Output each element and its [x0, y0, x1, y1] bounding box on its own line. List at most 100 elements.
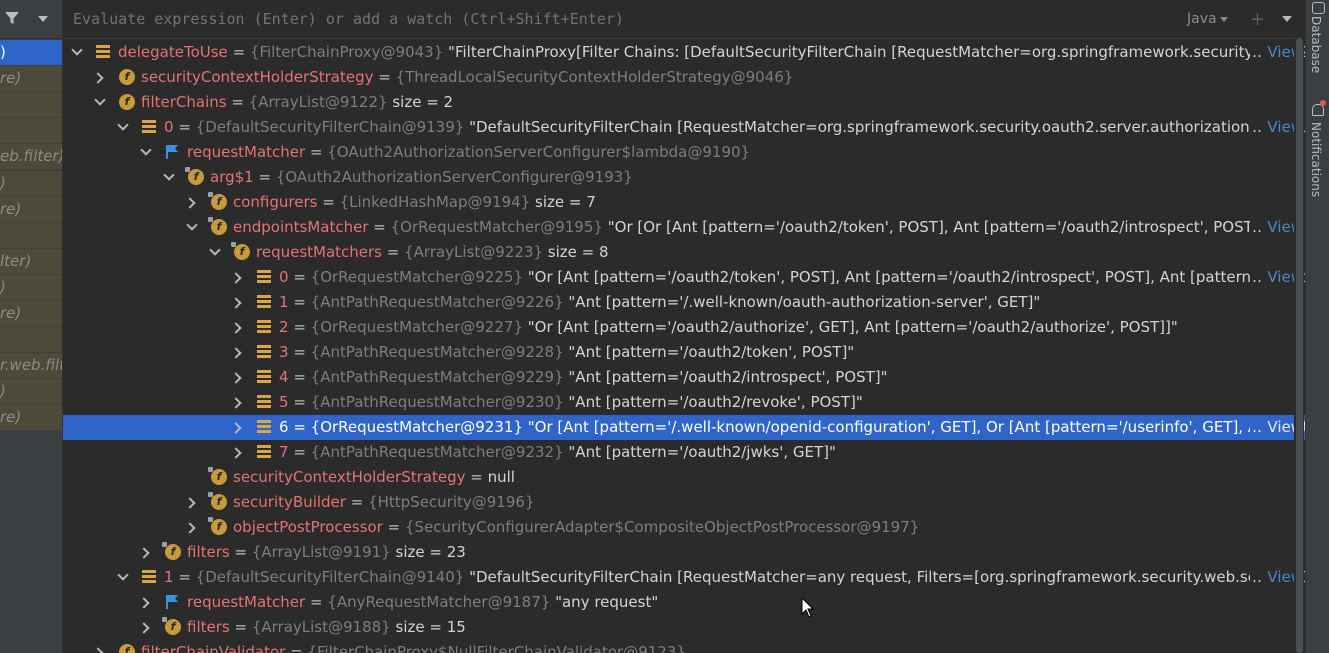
database-tool-tab[interactable]: Database: [1309, 16, 1323, 73]
expand-arrow-down-icon[interactable]: [71, 44, 83, 56]
tree-row[interactable]: 5 = {AntPathRequestMatcher@9230} "Ant [p…: [63, 390, 1305, 415]
private-field-icon: f: [162, 617, 181, 635]
frame-item[interactable]: [0, 118, 62, 144]
language-select[interactable]: Java: [1187, 11, 1228, 27]
variable-name: 6: [279, 418, 289, 436]
variable-name: 1: [279, 293, 289, 311]
tree-row[interactable]: 0 = {DefaultSecurityFilterChain@9139} "D…: [63, 115, 1305, 140]
equals-sign: =: [305, 143, 328, 161]
variable-name: requestMatcher: [187, 593, 306, 611]
tree-row[interactable]: 3 = {AntPathRequestMatcher@9228} "Ant [p…: [63, 340, 1305, 365]
tree-row[interactable]: 0 = {OrRequestMatcher@9225} "Or [Ant [pa…: [63, 265, 1305, 290]
tree-row[interactable]: requestMatcher = {AnyRequestMatcher@9187…: [63, 590, 1305, 615]
object-reference: {AnyRequestMatcher@9187}: [327, 593, 551, 611]
expand-arrow-down-icon[interactable]: [163, 169, 175, 181]
equals-sign: =: [229, 618, 252, 636]
expand-arrow-right-icon[interactable]: [230, 272, 242, 284]
tree-row[interactable]: f arg$1 = {OAuth2AuthorizationServerConfi…: [63, 165, 1305, 190]
tree-row[interactable]: f filters = {ArrayList@9191} size = 23: [63, 540, 1305, 565]
flag-icon: [165, 594, 179, 610]
variable-value: "DefaultSecurityFilterChain [RequestMatc…: [469, 118, 1305, 136]
object-reference: {AntPathRequestMatcher@9229}: [310, 368, 564, 386]
expand-arrow-right-icon[interactable]: [230, 297, 242, 309]
expand-arrow-right-icon[interactable]: [230, 347, 242, 359]
tree-row[interactable]: delegateToUse = {FilterChainProxy@9043} …: [63, 40, 1305, 65]
expand-arrow-right-icon[interactable]: [230, 322, 242, 334]
expand-arrow-right-icon[interactable]: [184, 522, 196, 534]
equals-sign: =: [227, 43, 250, 61]
frame-item[interactable]: ): [0, 40, 62, 65]
tree-row-text: requestMatchers = {ArrayList@9223} size …: [256, 240, 609, 265]
filter-icon[interactable]: [4, 10, 20, 26]
expand-arrow-down-icon[interactable]: [117, 569, 129, 581]
tree-row[interactable]: f filters = {ArrayList@9188} size = 15: [63, 615, 1305, 640]
frame-item[interactable]: r.web.filte: [0, 353, 62, 379]
frame-item[interactable]: re): [0, 301, 62, 326]
notifications-tool-tab[interactable]: Notifications: [1309, 122, 1323, 197]
tree-row-text: configurers = {LinkedHashMap@9194} size …: [233, 190, 596, 215]
frame-item[interactable]: [0, 222, 62, 248]
expand-arrow-right-icon[interactable]: [230, 372, 242, 384]
tree-row[interactable]: 2 = {OrRequestMatcher@9227} "Or [Ant [pa…: [63, 315, 1305, 340]
database-icon[interactable]: [1312, 2, 1325, 14]
expand-arrow-right-icon[interactable]: [138, 597, 150, 609]
expand-arrow-down-icon[interactable]: [186, 219, 198, 231]
chevron-down-icon[interactable]: [1282, 16, 1292, 22]
tree-row[interactable]: 1 = {DefaultSecurityFilterChain@9140} "D…: [63, 565, 1305, 590]
frame-item[interactable]: [0, 92, 62, 118]
frame-item[interactable]: ): [0, 274, 62, 300]
expand-arrow-right-icon[interactable]: [184, 497, 196, 509]
tree-row[interactable]: f configurers = {LinkedHashMap@9194} size…: [63, 190, 1305, 215]
object-reference: {ArrayList@9191}: [251, 543, 391, 561]
frame-item[interactable]: re): [0, 405, 62, 431]
expand-arrow-right-icon[interactable]: [230, 397, 242, 409]
tree-row[interactable]: requestMatcher = {OAuth2AuthorizationSer…: [63, 140, 1305, 165]
tree-row-text: delegateToUse = {FilterChainProxy@9043} …: [118, 40, 1305, 65]
private-field-icon: f: [208, 217, 227, 235]
tree-row[interactable]: f objectPostProcessor = {SecurityConfigur…: [63, 515, 1305, 540]
frame-item[interactable]: re): [0, 66, 62, 92]
expand-arrow-right-icon[interactable]: [92, 647, 104, 653]
expand-arrow-down-icon[interactable]: [94, 94, 106, 106]
frame-item[interactable]: lter): [0, 248, 62, 274]
expand-arrow-right-icon[interactable]: [92, 72, 104, 84]
vertical-scrollbar[interactable]: [1294, 38, 1304, 653]
tree-row[interactable]: f securityBuilder = {HttpSecurity@9196}: [63, 490, 1305, 515]
array-element-icon: [257, 270, 271, 284]
expand-arrow-down-icon[interactable]: [117, 119, 129, 131]
expand-arrow-right-icon[interactable]: [184, 197, 196, 209]
tree-row[interactable]: f securityContextHolderStrategy = {Thread…: [63, 65, 1305, 90]
tree-row[interactable]: 4 = {AntPathRequestMatcher@9229} "Ant [p…: [63, 365, 1305, 390]
variable-value: "Or [Or [Ant [pattern='/oauth2/token', P…: [607, 218, 1305, 236]
array-element-icon: [257, 395, 271, 409]
frame-item[interactable]: re): [0, 196, 62, 222]
flag-icon: [165, 144, 179, 160]
object-reference: {OAuth2AuthorizationServerConfigurer$lam…: [327, 143, 751, 161]
add-watch-button[interactable]: +: [1250, 9, 1265, 30]
expand-arrow-down-icon[interactable]: [140, 144, 152, 156]
expand-arrow-right-icon[interactable]: [138, 547, 150, 559]
tree-row[interactable]: f requestMatchers = {ArrayList@9223} size…: [63, 240, 1305, 265]
object-reference: {OAuth2AuthorizationServerConfigurer@919…: [275, 168, 633, 186]
expand-arrow-right-icon[interactable]: [138, 622, 150, 634]
expand-arrow-down-icon[interactable]: [209, 244, 221, 256]
frame-item[interactable]: ): [0, 379, 62, 405]
tree-row[interactable]: f filterChains = {ArrayList@9122} size = …: [63, 90, 1305, 115]
variable-value: "Ant [pattern='/.well-known/oauth-author…: [568, 293, 1041, 311]
tree-row[interactable]: f filterChainValidator = {FilterChainProx…: [63, 640, 1305, 653]
frame-item[interactable]: eb.filter): [0, 144, 62, 170]
object-reference: {OrRequestMatcher@9225}: [310, 268, 523, 286]
tree-row[interactable]: f endpointsMatcher = {OrRequestMatcher@91…: [63, 215, 1305, 240]
tree-row[interactable]: f securityContextHolderStrategy = null: [63, 465, 1305, 490]
tree-row[interactable]: 7 = {AntPathRequestMatcher@9232} "Ant [p…: [63, 440, 1305, 465]
expand-arrow-right-icon[interactable]: [230, 422, 242, 434]
tree-row[interactable]: 1 = {AntPathRequestMatcher@9226} "Ant [p…: [63, 290, 1305, 315]
chevron-down-icon[interactable]: [38, 16, 48, 22]
frame-item[interactable]: [0, 327, 62, 353]
tree-row-text: 1 = {DefaultSecurityFilterChain@9140} "D…: [164, 565, 1305, 590]
tree-row[interactable]: 6 = {OrRequestMatcher@9231} "Or [Ant [pa…: [63, 415, 1305, 440]
expand-arrow-right-icon[interactable]: [230, 447, 242, 459]
evaluate-expression-input[interactable]: [73, 9, 1173, 29]
scrollbar-thumb[interactable]: [1296, 38, 1303, 653]
frame-item[interactable]: ): [0, 170, 62, 196]
